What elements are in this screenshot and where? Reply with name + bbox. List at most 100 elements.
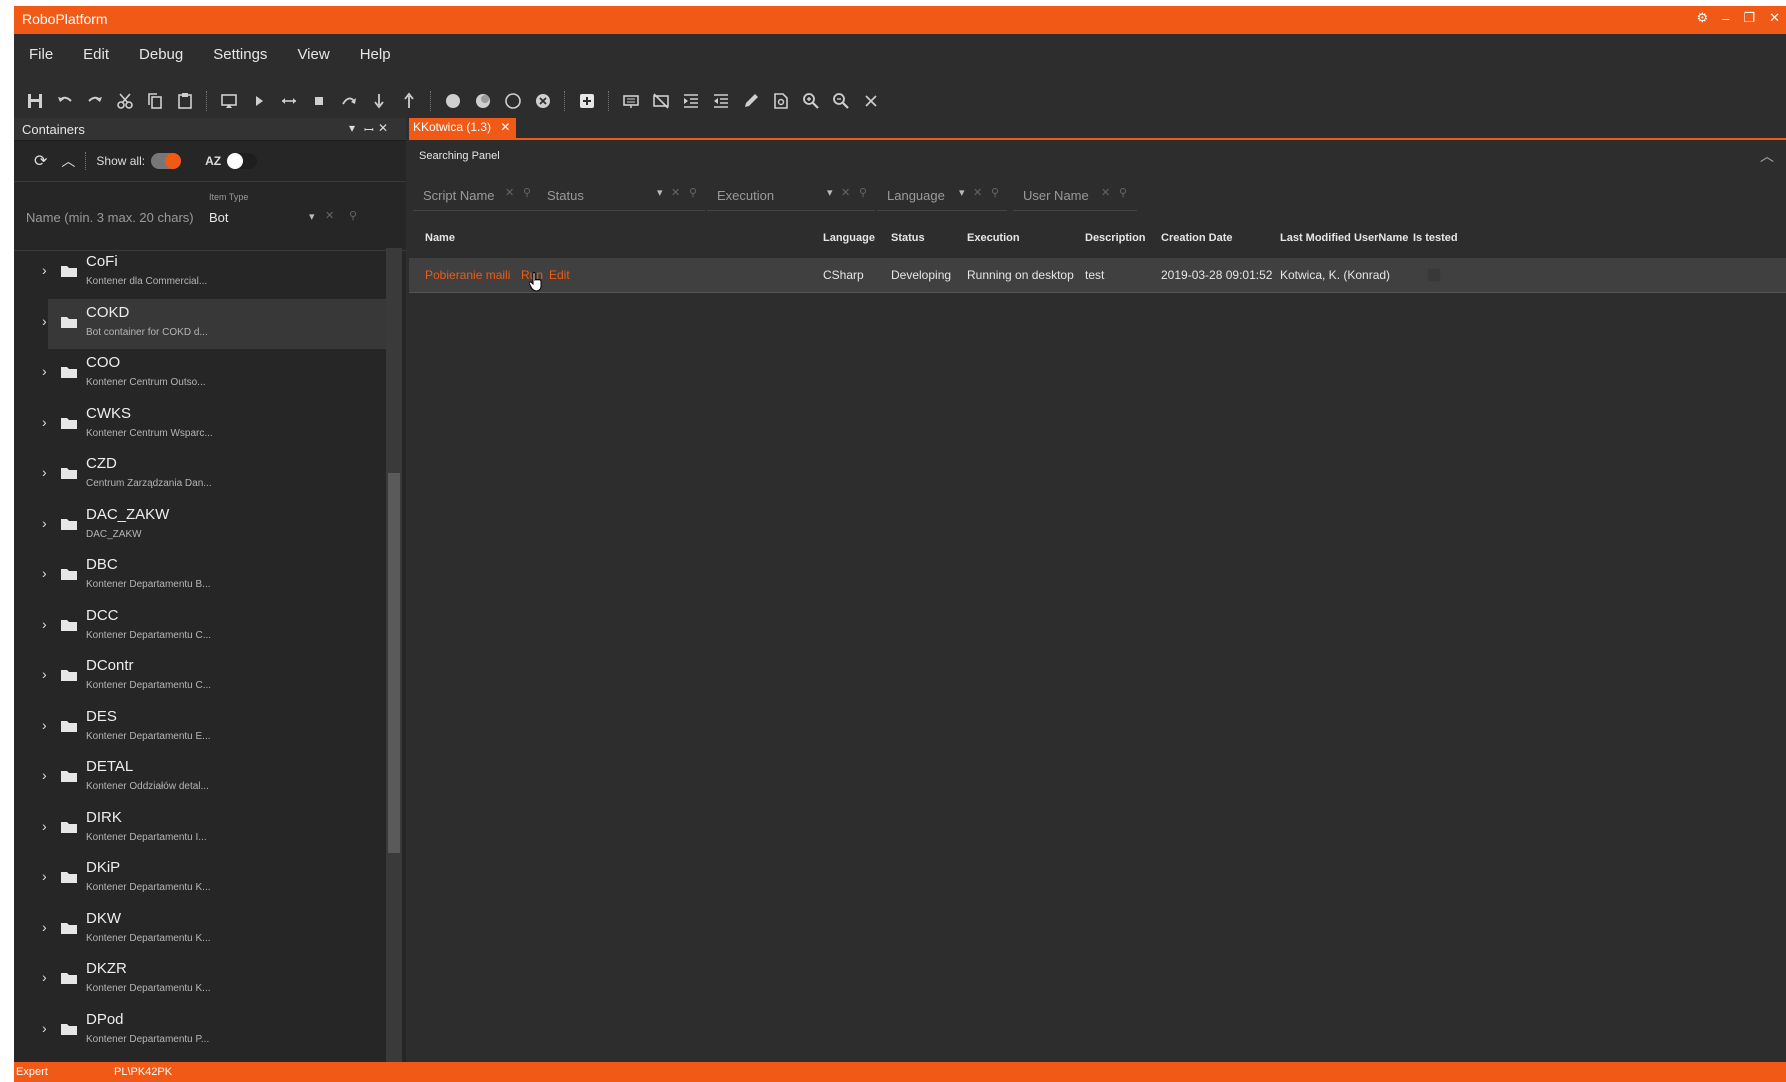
keyboard-icon[interactable] — [616, 86, 646, 116]
add-box-icon[interactable] — [572, 86, 602, 116]
searching-panel-header[interactable]: Searching Panel ︿ — [409, 144, 1786, 172]
tree-node[interactable]: › COO Kontener Centrum Outso... — [14, 349, 386, 400]
stop-icon[interactable] — [304, 86, 334, 116]
search-icon[interactable]: ⚲ — [523, 186, 531, 199]
menu-edit[interactable]: Edit — [68, 42, 124, 72]
tree-scrollbar[interactable] — [386, 248, 402, 1062]
is-tested-checkbox[interactable] — [1427, 268, 1441, 282]
search-icon[interactable]: ⚲ — [859, 186, 867, 199]
menu-view[interactable]: View — [282, 42, 344, 72]
clear-icon[interactable]: ✕ — [841, 186, 850, 199]
search-icon[interactable]: ⚲ — [689, 186, 697, 199]
chevron-right-icon[interactable]: › — [42, 414, 47, 430]
col-status[interactable]: Status — [891, 232, 925, 244]
chevron-down-icon[interactable]: ▾ — [959, 186, 965, 199]
restore-button[interactable]: ❐ — [1743, 10, 1755, 26]
pin-icon[interactable]: ꟷ — [364, 121, 374, 138]
script-name-filter[interactable]: Script Name ✕ ⚲ — [413, 180, 537, 211]
close-panel-icon[interactable]: ✕ — [378, 121, 388, 135]
indent-icon[interactable] — [676, 86, 706, 116]
tree-node[interactable]: › CWKS Kontener Centrum Wsparc... — [14, 400, 386, 451]
tree-node[interactable]: › CoFi Kontener dla Commercial... — [14, 248, 386, 299]
tree-node[interactable]: › DKiP Kontener Departamentu K... — [14, 854, 386, 905]
chevron-right-icon[interactable]: › — [42, 565, 47, 581]
chevron-right-icon[interactable]: › — [42, 666, 47, 682]
col-execution[interactable]: Execution — [967, 232, 1020, 244]
circle-half-icon[interactable] — [468, 86, 498, 116]
tree-node[interactable]: › DIRK Kontener Departamentu I... — [14, 804, 386, 855]
collapse-panel-icon[interactable]: ︿ — [1760, 146, 1774, 166]
chevron-right-icon[interactable]: › — [42, 464, 47, 480]
chevron-down-icon[interactable]: ▾ — [657, 186, 663, 199]
script-name-link[interactable]: Pobieranie maili — [425, 268, 510, 282]
status-filter[interactable]: Status ▾ ✕ ⚲ — [537, 180, 705, 211]
clear-icon[interactable]: ✕ — [325, 209, 334, 222]
circle-filled-icon[interactable] — [438, 86, 468, 116]
chevron-right-icon[interactable]: › — [42, 363, 47, 379]
chevron-right-icon[interactable]: › — [42, 1020, 47, 1036]
table-row[interactable]: Pobieranie maili Run Edit CSharp Develop… — [409, 258, 1786, 293]
chevron-down-icon[interactable]: ▾ — [827, 186, 833, 199]
language-filter[interactable]: Language ▾ ✕ ⚲ — [877, 180, 1007, 211]
clear-icon[interactable]: ✕ — [505, 186, 514, 199]
menu-debug[interactable]: Debug — [124, 42, 198, 72]
step-over-icon[interactable] — [334, 86, 364, 116]
sort-toggle[interactable] — [227, 153, 258, 169]
zoom-out-icon[interactable] — [826, 86, 856, 116]
tree-node[interactable]: › DETAL Kontener Oddziałów detal... — [14, 753, 386, 804]
dropdown-icon[interactable]: ▾ — [349, 121, 355, 135]
settings-icon[interactable]: ⚙ — [1697, 10, 1709, 26]
outdent-icon[interactable] — [706, 86, 736, 116]
chevron-down-icon[interactable]: ▾ — [309, 210, 315, 223]
search-icon[interactable]: ⚲ — [1119, 186, 1127, 199]
copy-icon[interactable] — [140, 86, 170, 116]
tree-node[interactable]: › DKZR Kontener Departamentu K... — [14, 955, 386, 1006]
play-icon[interactable] — [244, 86, 274, 116]
undo-icon[interactable] — [50, 86, 80, 116]
chevron-right-icon[interactable]: › — [42, 767, 47, 783]
menu-file[interactable]: File — [14, 42, 68, 72]
tree-node[interactable]: › DContr Kontener Departamentu C... — [14, 652, 386, 703]
chevron-right-icon[interactable]: › — [42, 868, 47, 884]
search-icon[interactable]: ⚲ — [991, 186, 999, 199]
redo-icon[interactable] — [80, 86, 110, 116]
chevron-right-icon[interactable]: › — [42, 919, 47, 935]
name-filter-input[interactable]: Name (min. 3 max. 20 chars) — [26, 210, 194, 225]
tab-kkotwica[interactable]: KKotwica (1.3) ✕ — [409, 118, 517, 138]
step-out-icon[interactable] — [394, 86, 424, 116]
chevron-right-icon[interactable]: › — [42, 313, 47, 329]
save-icon[interactable] — [20, 86, 50, 116]
col-creation-date[interactable]: Creation Date — [1161, 232, 1233, 244]
execution-filter[interactable]: Execution ▾ ✕ ⚲ — [707, 180, 875, 211]
refresh-icon[interactable]: ⟳ — [34, 151, 47, 171]
circle-x-icon[interactable] — [528, 86, 558, 116]
pen-icon[interactable] — [736, 86, 766, 116]
screen-icon[interactable] — [214, 86, 244, 116]
col-last-modified-username[interactable]: Last Modified UserName — [1280, 232, 1408, 244]
tree-node[interactable]: › CZD Centrum Zarządzania Dan... — [14, 450, 386, 501]
clear-icon[interactable]: ✕ — [671, 186, 680, 199]
tree-node[interactable]: › DKW Kontener Departamentu K... — [14, 905, 386, 956]
step-into-icon[interactable] — [364, 86, 394, 116]
chevron-right-icon[interactable]: › — [42, 969, 47, 985]
user-name-filter[interactable]: User Name ✕ ⚲ — [1013, 180, 1137, 211]
chevron-right-icon[interactable]: › — [42, 818, 47, 834]
sort-az-icon[interactable]: AZ — [205, 154, 221, 168]
tree-node[interactable]: › DPod Kontener Departamentu P... — [14, 1006, 386, 1057]
col-language[interactable]: Language — [823, 232, 875, 244]
col-is-tested[interactable]: Is tested — [1413, 232, 1458, 244]
circle-empty-icon[interactable] — [498, 86, 528, 116]
chevron-right-icon[interactable]: › — [42, 262, 47, 278]
cut-icon[interactable] — [110, 86, 140, 116]
show-all-toggle[interactable] — [151, 153, 182, 169]
close-icon[interactable] — [856, 86, 886, 116]
scrollbar-thumb[interactable] — [388, 473, 400, 853]
menu-settings[interactable]: Settings — [198, 42, 282, 72]
find-file-icon[interactable] — [766, 86, 796, 116]
close-tab-icon[interactable]: ✕ — [500, 120, 510, 134]
menu-help[interactable]: Help — [345, 42, 406, 72]
chevron-right-icon[interactable]: › — [42, 616, 47, 632]
close-window-button[interactable]: ✕ — [1769, 10, 1780, 26]
tree-node[interactable]: › DAC_ZAKW DAC_ZAKW — [14, 501, 386, 552]
step-icon[interactable] — [274, 86, 304, 116]
